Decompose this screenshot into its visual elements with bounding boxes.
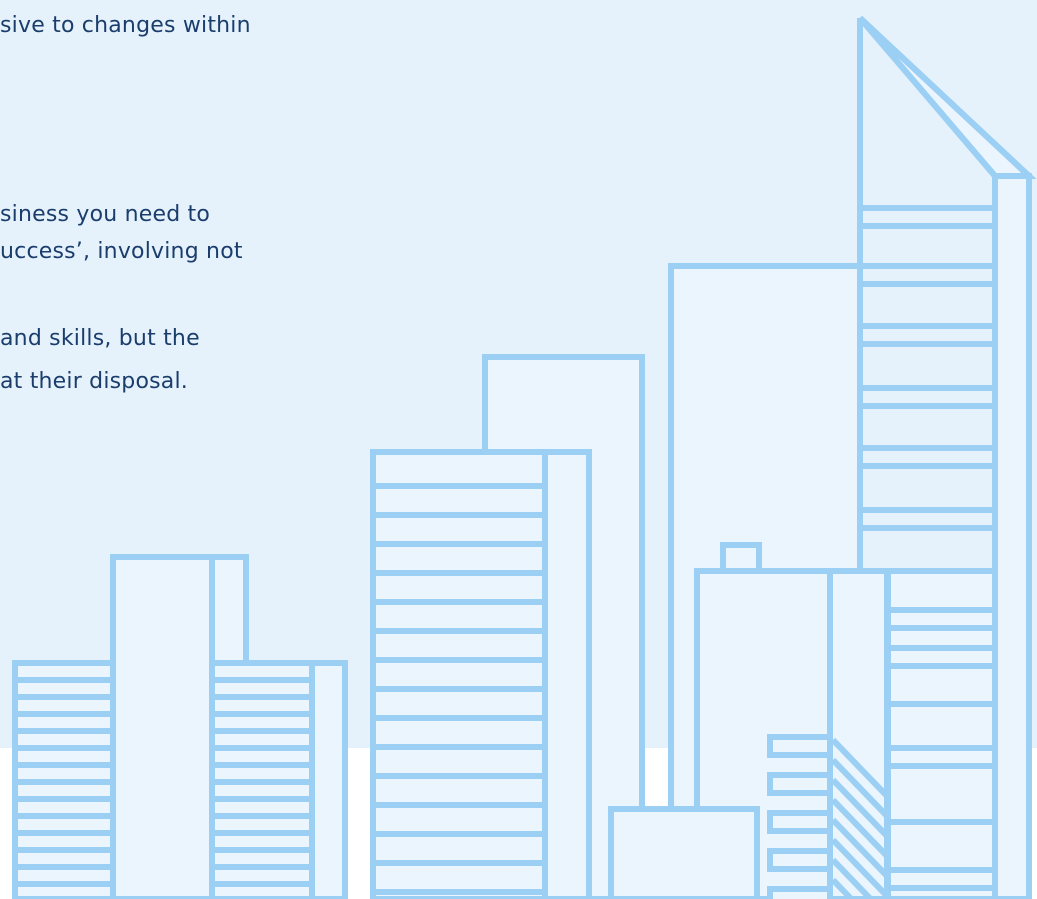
left-complex xyxy=(12,554,348,899)
front-small-building xyxy=(608,806,760,899)
balcony xyxy=(767,848,833,872)
balcony xyxy=(767,734,833,758)
balcony xyxy=(767,772,833,796)
middle-striped-tower xyxy=(370,449,592,899)
balcony xyxy=(767,886,833,899)
city-skyline-illustration xyxy=(12,15,1037,899)
balcony xyxy=(767,810,833,834)
